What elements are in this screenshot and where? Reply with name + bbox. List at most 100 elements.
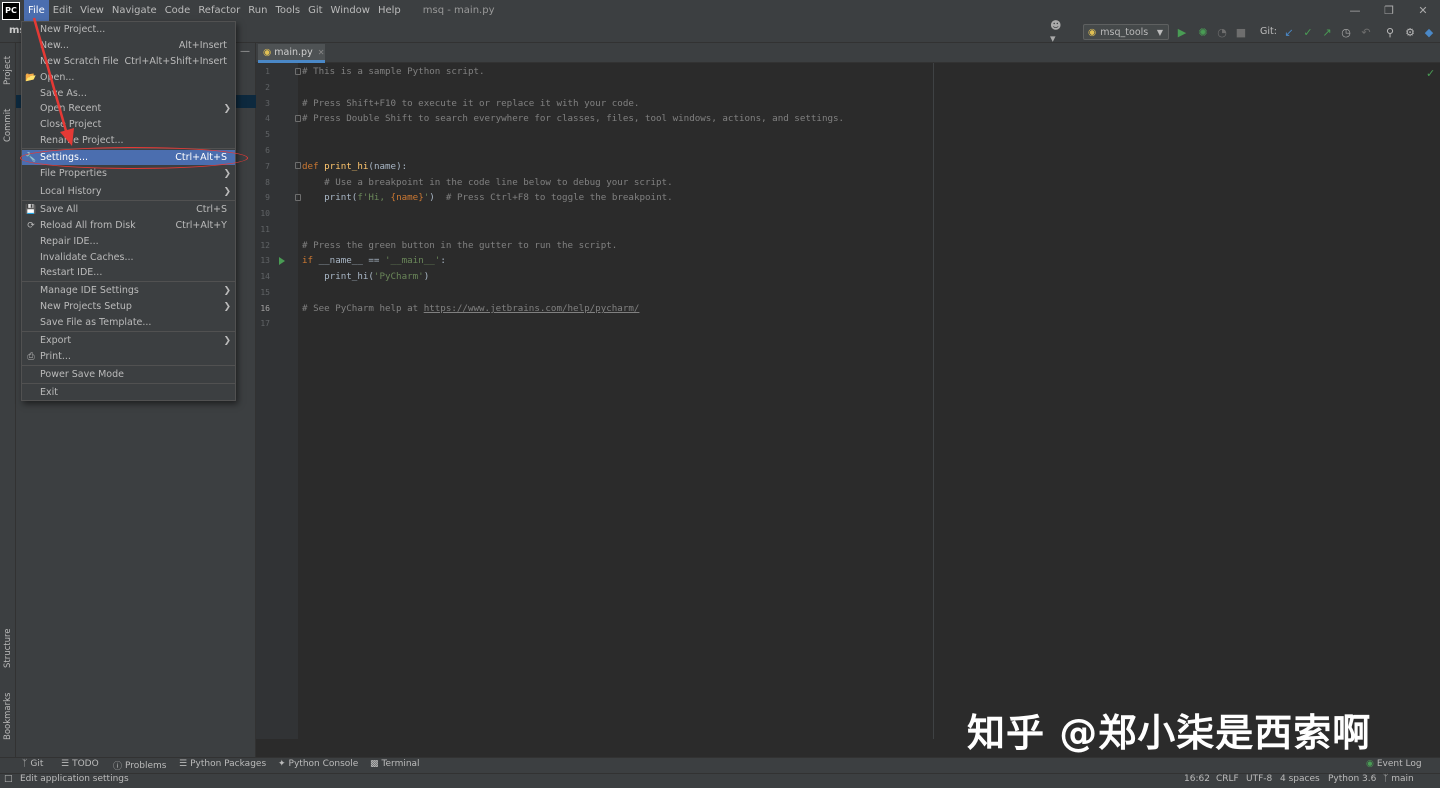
fold-icon[interactable] bbox=[295, 115, 301, 122]
git-tool-tab[interactable]: ᛉ Git bbox=[22, 759, 43, 769]
line-number[interactable]: 6 bbox=[256, 146, 270, 155]
branch-label: main bbox=[1391, 774, 1414, 784]
tab-label: Python Packages bbox=[190, 759, 267, 769]
problems-tool-tab[interactable]: ⓘ Problems bbox=[113, 759, 167, 773]
python-packages-tool-tab[interactable]: ☰ Python Packages bbox=[179, 759, 266, 769]
line-number[interactable]: 13 bbox=[256, 256, 270, 265]
menu-run[interactable]: Run bbox=[244, 0, 271, 21]
debug-icon[interactable]: ✺ bbox=[1195, 24, 1211, 40]
coverage-icon[interactable]: ◔ bbox=[1214, 24, 1230, 40]
line-number[interactable]: 8 bbox=[256, 178, 270, 187]
menu-git[interactable]: Git bbox=[304, 0, 326, 21]
menu-item-reload-all-from-disk[interactable]: ⟳ Reload All from Disk Ctrl+Alt+Y bbox=[22, 218, 235, 233]
menu-help[interactable]: Help bbox=[374, 0, 405, 21]
menu-item-rename-project[interactable]: Rename Project... bbox=[22, 133, 235, 148]
structure-tool-tab[interactable]: Structure bbox=[0, 622, 16, 674]
menu-item-export[interactable]: Export ❯ bbox=[22, 333, 235, 348]
minimize-icon[interactable]: — bbox=[1338, 0, 1372, 21]
todo-tool-tab[interactable]: ☰ TODO bbox=[61, 759, 99, 769]
menu-item-save-as[interactable]: Save As... bbox=[22, 86, 235, 101]
line-number[interactable]: 5 bbox=[256, 130, 270, 139]
python-interpreter[interactable]: Python 3.6 bbox=[1328, 774, 1376, 784]
menu-item-new-scratch-file[interactable]: New Scratch File Ctrl+Alt+Shift+Insert bbox=[22, 54, 235, 69]
menu-item-new-projects-setup[interactable]: New Projects Setup ❯ bbox=[22, 299, 235, 314]
fold-icon[interactable] bbox=[295, 68, 301, 75]
menu-item-restart-ide[interactable]: Restart IDE... bbox=[22, 265, 235, 280]
code-text: (name): bbox=[368, 161, 408, 172]
line-number[interactable]: 10 bbox=[256, 209, 270, 218]
project-tool-tab[interactable]: Project bbox=[0, 48, 16, 92]
stop-icon[interactable]: ■ bbox=[1233, 24, 1249, 40]
collapse-panel-icon[interactable]: — bbox=[240, 46, 250, 57]
git-branch[interactable]: ᛉ main bbox=[1383, 774, 1414, 784]
line-number[interactable]: 17 bbox=[256, 319, 270, 328]
menu-tools[interactable]: Tools bbox=[271, 0, 304, 21]
inspection-ok-icon[interactable]: ✓ bbox=[1426, 67, 1435, 80]
commit-tool-tab[interactable]: Commit bbox=[0, 103, 16, 147]
tab-label: Python Console bbox=[288, 759, 359, 769]
git-history-icon[interactable]: ◷ bbox=[1338, 24, 1354, 40]
python-console-tool-tab[interactable]: ✦ Python Console bbox=[278, 759, 358, 769]
status-square-icon[interactable]: □ bbox=[4, 774, 13, 784]
user-icon[interactable]: ☻▾ bbox=[1050, 19, 1066, 45]
search-icon[interactable]: ⚲ bbox=[1382, 24, 1398, 40]
fold-icon[interactable] bbox=[295, 194, 301, 201]
code-editor[interactable] bbox=[256, 63, 1440, 739]
terminal-tool-tab[interactable]: ▩ Terminal bbox=[370, 759, 420, 769]
menu-item-open[interactable]: 📂 Open... bbox=[22, 70, 235, 85]
git-push-icon[interactable]: ↗ bbox=[1319, 24, 1335, 40]
line-number[interactable]: 14 bbox=[256, 272, 270, 281]
run-config-selector[interactable]: ◉ msq_tools ▼ bbox=[1083, 24, 1169, 40]
menu-item-power-save-mode[interactable]: Power Save Mode bbox=[22, 367, 235, 382]
menu-item-local-history[interactable]: Local History ❯ bbox=[22, 184, 235, 199]
menu-item-repair-ide[interactable]: Repair IDE... bbox=[22, 234, 235, 249]
fold-icon[interactable] bbox=[295, 162, 301, 169]
run-icon[interactable]: ▶ bbox=[1174, 24, 1190, 40]
menu-item-new-project[interactable]: New Project... bbox=[22, 22, 235, 37]
line-number[interactable]: 3 bbox=[256, 99, 270, 108]
menu-window[interactable]: Window bbox=[327, 0, 374, 21]
menu-navigate[interactable]: Navigate bbox=[108, 0, 161, 21]
menu-item-new[interactable]: New... Alt+Insert bbox=[22, 38, 235, 53]
git-commit-icon[interactable]: ✓ bbox=[1300, 24, 1316, 40]
menu-item-print[interactable]: ⎙ Print... bbox=[22, 349, 235, 364]
line-number[interactable]: 15 bbox=[256, 288, 270, 297]
menu-item-exit[interactable]: Exit bbox=[22, 385, 235, 400]
line-number[interactable]: 16 bbox=[256, 304, 270, 313]
menu-edit[interactable]: Edit bbox=[49, 0, 76, 21]
bookmarks-tool-tab[interactable]: Bookmarks bbox=[0, 686, 16, 746]
run-gutter-icon[interactable] bbox=[279, 257, 285, 265]
line-number[interactable]: 7 bbox=[256, 162, 270, 171]
restore-icon[interactable]: ❐ bbox=[1372, 0, 1406, 21]
close-tab-icon[interactable]: ✕ bbox=[318, 48, 325, 57]
caret-position[interactable]: 16:62 bbox=[1184, 774, 1210, 784]
line-number[interactable]: 9 bbox=[256, 193, 270, 202]
menu-item-manage-ide-settings[interactable]: Manage IDE Settings ❯ bbox=[22, 283, 235, 298]
menu-separator bbox=[22, 200, 235, 201]
file-encoding[interactable]: UTF-8 bbox=[1246, 774, 1272, 784]
menu-refactor[interactable]: Refactor bbox=[194, 0, 244, 21]
line-number[interactable]: 4 bbox=[256, 114, 270, 123]
line-number[interactable]: 2 bbox=[256, 83, 270, 92]
menu-file[interactable]: File bbox=[24, 0, 49, 21]
tab-main-py[interactable]: ◉ main.py ✕ bbox=[258, 44, 325, 63]
jetbrains-icon[interactable]: ◆ bbox=[1421, 24, 1437, 40]
menu-item-open-recent[interactable]: Open Recent ❯ bbox=[22, 101, 235, 116]
menu-item-close-project[interactable]: Close Project bbox=[22, 117, 235, 132]
line-separator[interactable]: CRLF bbox=[1216, 774, 1239, 784]
gear-icon[interactable]: ⚙ bbox=[1402, 24, 1418, 40]
event-log-tool-tab[interactable]: ◉ Event Log bbox=[1366, 759, 1422, 769]
menu-item-save-all[interactable]: 💾 Save All Ctrl+S bbox=[22, 202, 235, 217]
close-window-icon[interactable]: ✕ bbox=[1406, 0, 1440, 21]
line-number[interactable]: 12 bbox=[256, 241, 270, 250]
line-number[interactable]: 11 bbox=[256, 225, 270, 234]
menu-view[interactable]: View bbox=[76, 0, 108, 21]
git-update-icon[interactable]: ↙ bbox=[1281, 24, 1297, 40]
indent-setting[interactable]: 4 spaces bbox=[1280, 774, 1320, 784]
menu-item-invalidate-caches[interactable]: Invalidate Caches... bbox=[22, 250, 235, 265]
help-link[interactable]: https://www.jetbrains.com/help/pycharm/ bbox=[424, 303, 640, 314]
git-rollback-icon[interactable]: ↶ bbox=[1358, 24, 1374, 40]
menu-code[interactable]: Code bbox=[161, 0, 195, 21]
line-number[interactable]: 1 bbox=[256, 67, 270, 76]
menu-item-save-file-as-template[interactable]: Save File as Template... bbox=[22, 315, 235, 330]
